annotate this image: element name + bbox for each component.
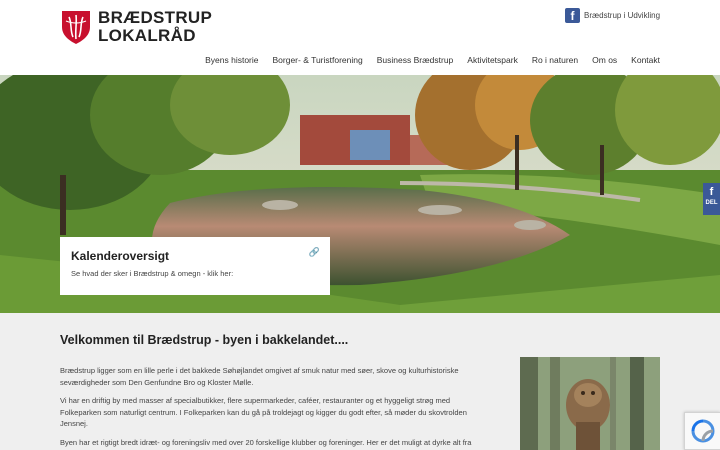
site-logo[interactable]: BRÆDSTRUP LOKALRÅD [60, 9, 212, 45]
intro-paragraph-2: Vi har en driftig by med masser af speci… [60, 396, 467, 428]
facebook-icon: f [565, 8, 580, 23]
facebook-link[interactable]: f Brædstrup i Udvikling [565, 8, 660, 23]
nav-item-ro-i-naturen[interactable]: Ro i naturen [532, 55, 578, 65]
brand-line-1: BRÆDSTRUP [98, 8, 213, 27]
intro-paragraph-3: Byen har et rigtigt bredt idræt- og fore… [60, 437, 472, 450]
crest-icon [62, 11, 90, 44]
calendar-card-title: Kalenderoversigt [71, 249, 170, 263]
site-header: BRÆDSTRUP LOKALRÅD f Brædstrup i Udvikli… [0, 0, 720, 75]
main-content: Velkommen til Brædstrup - byen i bakkela… [60, 333, 490, 450]
recaptcha-icon [691, 419, 715, 443]
facebook-link-label: Brædstrup i Udvikling [584, 11, 661, 20]
main-nav: Byens historie Borger- & Turistforening … [205, 55, 660, 65]
facebook-share-button[interactable]: f DEL [703, 183, 720, 215]
nav-item-kontakt[interactable]: Kontakt [631, 55, 660, 65]
link-icon[interactable]: 🔗 [309, 247, 320, 258]
nav-item-byens-historie[interactable]: Byens historie [205, 55, 258, 65]
recaptcha-badge[interactable] [684, 412, 720, 450]
facebook-share-icon: f [709, 186, 714, 198]
calendar-card[interactable]: Kalenderoversigt Se hvad der sker i Bræd… [60, 237, 330, 295]
hero-banner: Kalenderoversigt Se hvad der sker i Bræd… [0, 75, 720, 313]
nav-item-om-os[interactable]: Om os [592, 55, 617, 65]
share-label: DEL [705, 200, 718, 206]
nav-item-aktivitetspark[interactable]: Aktivitetspark [467, 55, 518, 65]
troll-sculpture-photo [520, 357, 660, 450]
calendar-card-subtitle: Se hvad der sker i Brædstrup & omegn - k… [71, 269, 234, 278]
intro-paragraph-1: Brædstrup ligger som en lille perle i de… [60, 366, 459, 387]
brand-line-2: LOKALRÅD [98, 26, 196, 45]
nav-item-business-braedstrup[interactable]: Business Brædstrup [377, 55, 454, 65]
page-heading: Velkommen til Brædstrup - byen i bakkela… [60, 333, 349, 347]
nav-item-borger-turistforening[interactable]: Borger- & Turistforening [273, 55, 363, 65]
